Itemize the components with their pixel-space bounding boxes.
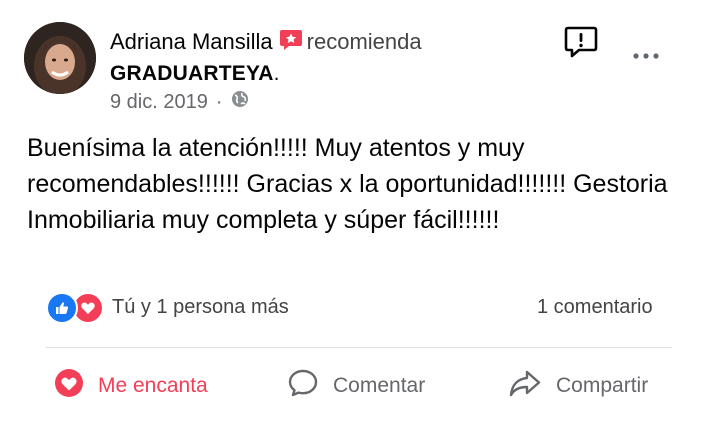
love-button-label: Me encanta bbox=[98, 374, 208, 397]
meta-separator: · bbox=[215, 91, 223, 113]
comment-icon bbox=[287, 367, 319, 405]
action-bar: Me encanta Comentar Compartir bbox=[0, 362, 720, 410]
love-button[interactable]: Me encanta bbox=[54, 362, 208, 410]
post-text: Buenísima la atención!!!!! Muy atentos y… bbox=[27, 134, 668, 234]
reaction-icons[interactable] bbox=[46, 292, 104, 324]
comment-button-label: Comentar bbox=[333, 374, 426, 397]
comment-count[interactable]: 1 comentario bbox=[537, 293, 653, 321]
author-name[interactable]: Adriana Mansilla bbox=[110, 29, 273, 54]
reactions-summary[interactable]: Tú y 1 persona más bbox=[112, 293, 289, 321]
recommend-icon bbox=[279, 29, 303, 58]
post-date[interactable]: 9 dic. 2019 bbox=[110, 88, 208, 116]
share-button-label: Compartir bbox=[556, 374, 649, 397]
page-suffix: . bbox=[273, 62, 280, 85]
more-options-button[interactable] bbox=[630, 44, 662, 68]
page-name[interactable]: GRADUARTEYA bbox=[110, 62, 274, 85]
divider bbox=[46, 347, 672, 348]
post-header: Adriana Mansilla recomienda bbox=[110, 28, 422, 58]
heart-icon bbox=[54, 368, 84, 404]
like-icon bbox=[46, 292, 78, 324]
comment-button[interactable]: Comentar bbox=[287, 362, 425, 410]
share-icon bbox=[508, 368, 542, 404]
avatar-photo bbox=[24, 22, 96, 94]
report-button[interactable] bbox=[563, 24, 599, 60]
avatar[interactable] bbox=[24, 22, 96, 94]
recommend-verb: recomienda bbox=[306, 29, 422, 54]
share-button[interactable]: Compartir bbox=[508, 362, 648, 410]
more-icon bbox=[633, 53, 659, 59]
page-name-line: GRADUARTEYA. bbox=[110, 60, 280, 88]
report-icon bbox=[564, 26, 598, 58]
post-meta: 9 dic. 2019 · bbox=[110, 88, 249, 116]
globe-icon bbox=[231, 88, 249, 116]
